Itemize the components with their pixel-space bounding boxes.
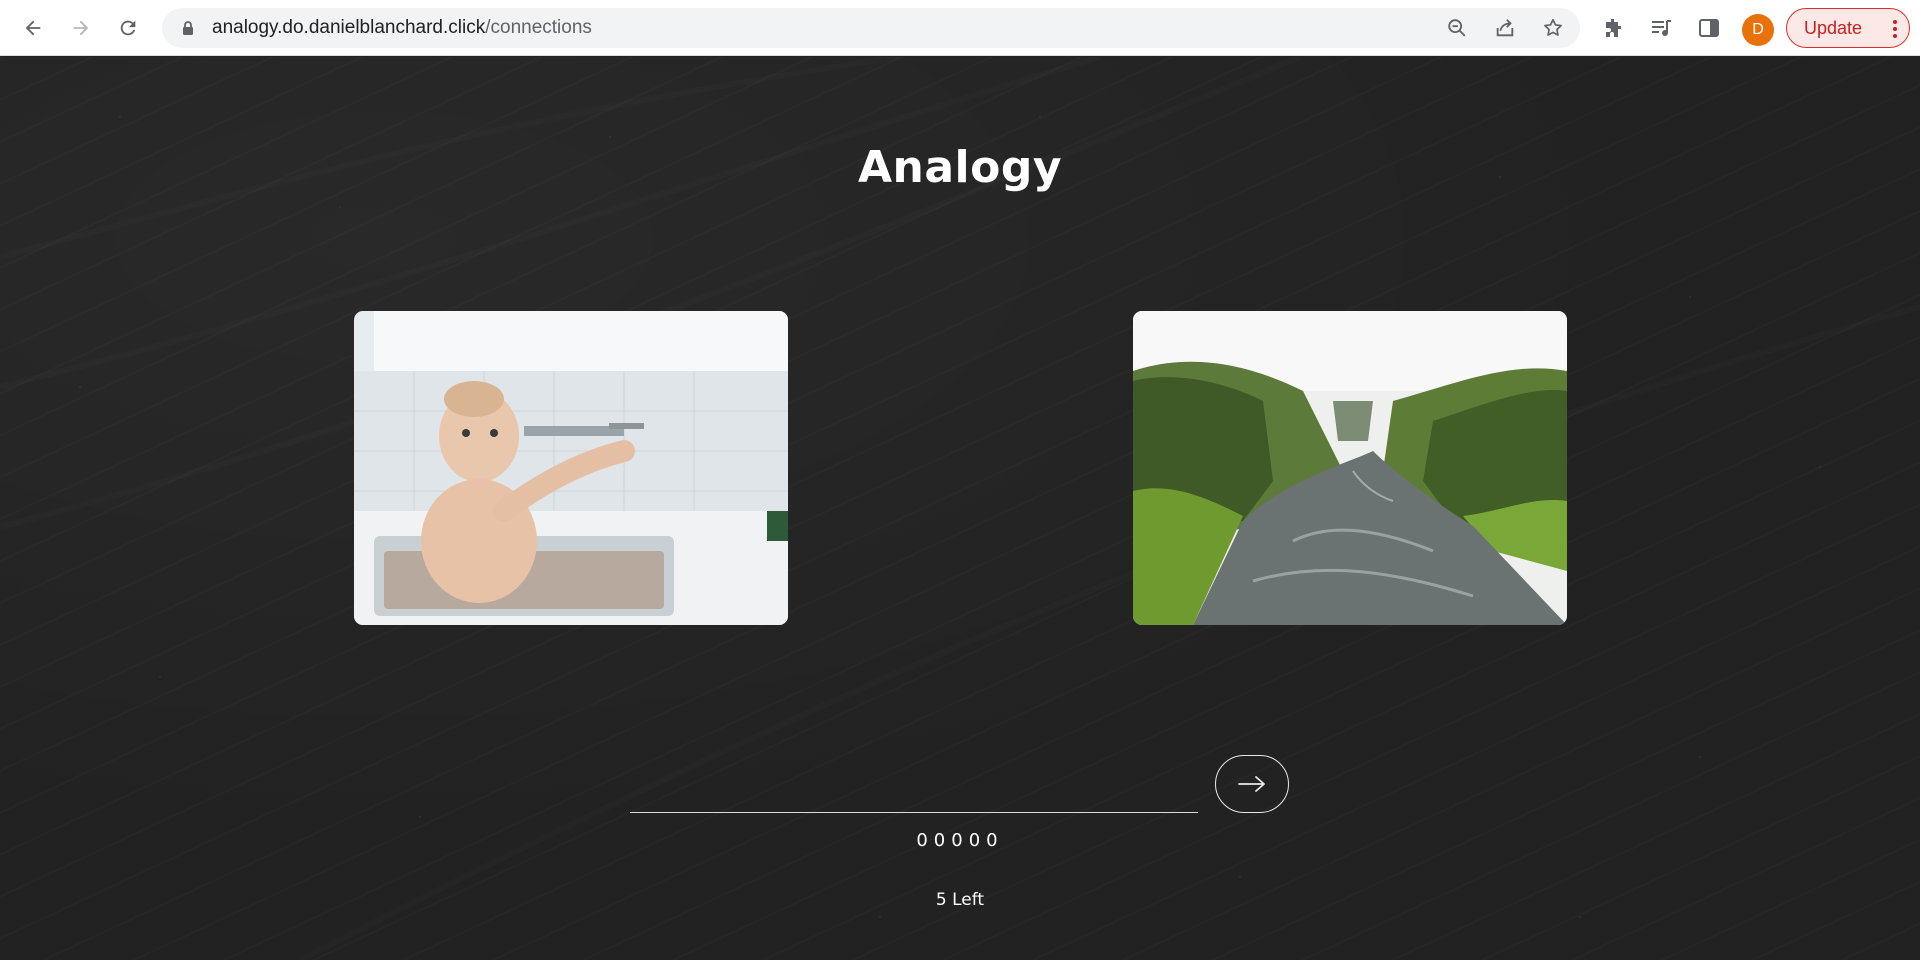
update-label: Update: [1804, 18, 1863, 38]
answer-underline: [630, 812, 1198, 813]
extensions-icon[interactable]: [1601, 16, 1625, 40]
url-host: analogy.do.danielblanchard.click: [212, 17, 486, 38]
media-icon[interactable]: [1649, 16, 1673, 40]
score-display: 00000: [916, 830, 1004, 851]
back-button[interactable]: [15, 10, 51, 46]
reload-button[interactable]: [110, 10, 146, 46]
arrow-right-icon: [1238, 776, 1265, 792]
right-image-card: [1133, 311, 1567, 625]
share-icon[interactable]: [1494, 17, 1516, 39]
reload-icon: [120, 20, 136, 36]
lock-icon: [183, 21, 193, 35]
address-bar[interactable]: analogy.do.danielblanchard.click/connect…: [162, 8, 1580, 48]
update-button[interactable]: Update: [1786, 8, 1910, 48]
game-page: Analogy 00000 5 Left: [0, 57, 1920, 960]
page-title: Analogy: [857, 142, 1063, 193]
answer-input[interactable]: [630, 769, 1198, 809]
side-panel-icon[interactable]: [1697, 16, 1721, 40]
baby-in-sink-image: [354, 311, 788, 625]
back-icon: [25, 20, 41, 36]
profile-avatar[interactable]: D: [1742, 14, 1774, 46]
forward-button[interactable]: [63, 10, 99, 46]
url-path: /connections: [485, 17, 592, 38]
submit-button[interactable]: [1215, 755, 1289, 813]
forward-icon: [73, 20, 89, 36]
browser-toolbar: analogy.do.danielblanchard.click/connect…: [0, 0, 1920, 56]
zoom-icon[interactable]: [1446, 17, 1468, 39]
river-canyon-image: [1133, 311, 1567, 625]
left-image-card: [354, 311, 788, 625]
remaining-count: 5 Left: [935, 890, 985, 910]
more-icon[interactable]: [1885, 18, 1905, 40]
star-icon[interactable]: [1542, 17, 1564, 39]
url-text[interactable]: analogy.do.danielblanchard.click/connect…: [212, 17, 592, 39]
